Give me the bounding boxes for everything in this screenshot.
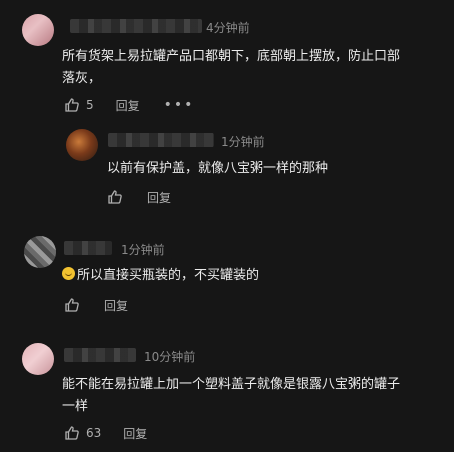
comment-actions: 回复: [107, 188, 171, 206]
reply-button[interactable]: 回复: [123, 425, 147, 442]
username-blurred[interactable]: [64, 348, 136, 362]
avatar[interactable]: [22, 343, 54, 375]
more-options-icon[interactable]: •••: [164, 97, 195, 113]
like-count: 63: [86, 426, 102, 440]
comment-text: 以前有保护盖，就像八宝粥一样的那种: [107, 161, 329, 176]
comment-text-content: 所以直接买瓶装的，不买罐装的: [77, 268, 260, 283]
username-blurred[interactable]: [70, 19, 202, 33]
like-button[interactable]: [64, 297, 80, 313]
comment-text-line: 落灰，: [62, 71, 102, 86]
comment-text: 能不能在易拉罐上加一个塑料盖子就像是银露八宝粥的罐子 一样: [62, 374, 442, 418]
comment-time: 10分钟前: [144, 350, 196, 364]
comment-text: 所有货架上易拉罐产品口都朝下，底部朝上摆放，防止口部 落灰，: [62, 46, 442, 90]
like-button[interactable]: 63: [64, 425, 101, 441]
avatar[interactable]: [22, 14, 54, 46]
thumbs-up-icon: [108, 190, 122, 204]
avatar[interactable]: [66, 129, 98, 161]
reply-button[interactable]: 回复: [104, 297, 128, 314]
like-button[interactable]: 5: [64, 97, 94, 113]
comment-text-line: 所有货架上易拉罐产品口都朝下，底部朝上摆放，防止口部: [62, 49, 401, 64]
comment-text: 所以直接买瓶装的，不买罐装的: [62, 265, 432, 287]
thumbs-up-icon: [65, 426, 79, 440]
comment-actions: 63 回复: [64, 424, 147, 442]
comment-text-line: 能不能在易拉罐上加一个塑料盖子就像是银露八宝粥的罐子: [62, 377, 401, 392]
comment-text-line: 一样: [62, 399, 89, 414]
reply-button[interactable]: 回复: [116, 97, 140, 114]
username-blurred[interactable]: [108, 133, 214, 147]
like-button[interactable]: [107, 189, 123, 205]
comment-time: 1分钟前: [221, 135, 265, 149]
thumbs-up-icon: [65, 298, 79, 312]
thumbs-up-icon: [65, 98, 79, 112]
comment-thread: 4分钟前 所有货架上易拉罐产品口都朝下，底部朝上摆放，防止口部 落灰， 5 回复…: [0, 0, 454, 452]
like-count: 5: [86, 98, 94, 112]
avatar[interactable]: [24, 236, 56, 268]
username-blurred[interactable]: [64, 241, 112, 255]
reply-button[interactable]: 回复: [147, 189, 171, 206]
comment-time: 1分钟前: [121, 243, 165, 257]
smiley-emoji-icon: [62, 267, 75, 280]
comment-time: 4分钟前: [206, 21, 250, 35]
comment-actions: 回复: [64, 296, 128, 314]
comment-actions: 5 回复 •••: [64, 96, 194, 114]
